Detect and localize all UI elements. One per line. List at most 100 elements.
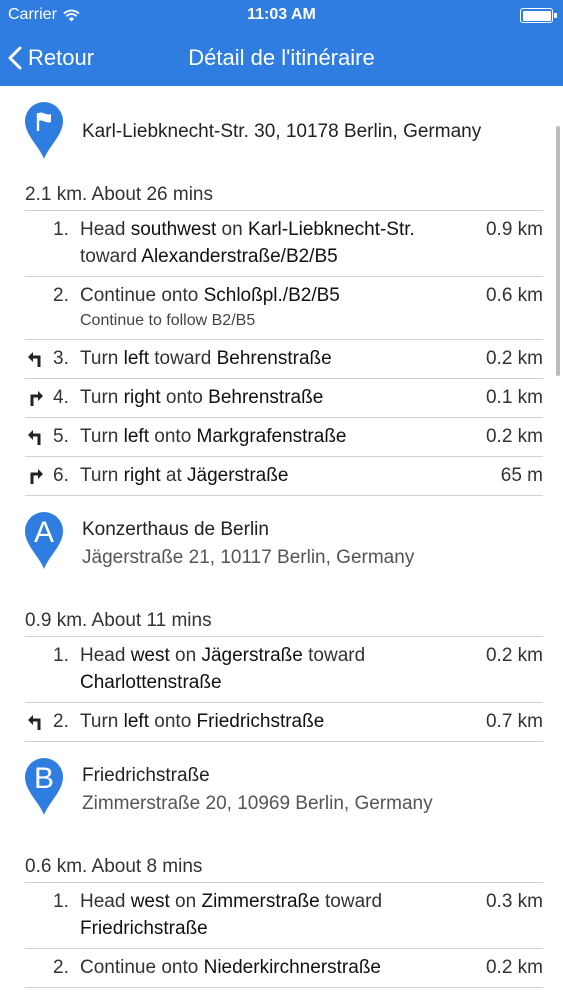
- step-emphasis: southwest: [130, 219, 217, 240]
- step-emphasis: west: [130, 891, 170, 912]
- step-emphasis: Markgrafenstraße: [196, 426, 347, 447]
- step-instruction-text: Head west on Jägerstraße toward Charlott…: [80, 645, 365, 693]
- step-instruction-text: Continue onto Schloßpl./B2/B5: [80, 285, 340, 306]
- step-turn: [25, 462, 53, 489]
- route-section: Karl-Liebknecht-Str. 30, 10178 Berlin, G…: [0, 86, 563, 496]
- direction-step[interactable]: 2. Turn left onto Friedrichstraße 0.7 km: [25, 703, 543, 742]
- step-distance: 0.1 km: [485, 387, 543, 408]
- step-distance: 0.2 km: [485, 348, 543, 369]
- step-text: on: [216, 219, 248, 240]
- status-bar: Carrier 11:03 AM: [0, 0, 563, 30]
- route-summary: 2.1 km. About 26 mins: [25, 184, 213, 205]
- step-text: onto: [149, 426, 197, 447]
- back-button[interactable]: Retour: [8, 30, 94, 86]
- waypoint-address: Jägerstraße 21, 10117 Berlin, Germany: [82, 547, 415, 568]
- waypoint-header[interactable]: A Konzerthaus de Berlin Jägerstraße 21, 10…: [0, 496, 563, 606]
- step-instruction-text: Turn left onto Markgrafenstraße: [80, 426, 347, 447]
- step-turn: [25, 345, 53, 372]
- step-emphasis: Charlottenstraße: [80, 672, 222, 693]
- step-emphasis: left: [123, 426, 149, 447]
- direction-step[interactable]: 5. Turn left onto Markgrafenstraße 0.2 km: [25, 418, 543, 457]
- step-distance: 0.6 km: [485, 285, 543, 306]
- scrollbar[interactable]: [556, 126, 560, 376]
- waypoint-pin: [24, 102, 64, 166]
- step-turn: [25, 954, 53, 981]
- turn-left-icon: [28, 430, 41, 445]
- step-text: toward: [149, 348, 217, 369]
- step-text: Turn: [80, 348, 124, 369]
- navigation-bar: Retour Détail de l'itinéraire: [0, 30, 563, 86]
- step-instruction: Continue onto Niederkirchnerstraße: [80, 954, 471, 981]
- step-turn: [25, 282, 53, 333]
- direction-step[interactable]: 2. Continue onto Niederkirchnerstraße 0.2 …: [25, 949, 543, 988]
- step-text: Turn: [80, 465, 124, 486]
- step-instruction: Turn left onto Markgrafenstraße: [80, 423, 471, 450]
- step-instruction: Turn left onto Friedrichstraße: [80, 708, 471, 735]
- step-turn: [25, 423, 53, 450]
- step-text: at: [160, 465, 188, 486]
- step-turn: [25, 888, 53, 942]
- route-summary: 0.9 km. About 11 mins: [25, 610, 212, 631]
- direction-step[interactable]: 2. Continue onto Schloßpl./B2/B5 Continue …: [25, 277, 543, 340]
- itinerary-sections: Karl-Liebknecht-Str. 30, 10178 Berlin, G…: [0, 86, 563, 988]
- step-emphasis: left: [123, 348, 149, 369]
- turn-right-icon: [30, 469, 43, 484]
- waypoint-letter: A: [33, 516, 54, 549]
- step-number: 4.: [53, 387, 69, 408]
- step-text: Continue onto: [80, 285, 204, 306]
- step-emphasis: Zimmerstraße: [201, 891, 320, 912]
- step-text: Turn: [80, 426, 124, 447]
- step-distance: 0.7 km: [485, 711, 543, 732]
- step-emphasis: right: [123, 465, 161, 486]
- waypoint-name: Friedrichstraße: [82, 765, 210, 786]
- waypoint-header[interactable]: Karl-Liebknecht-Str. 30, 10178 Berlin, G…: [0, 86, 563, 182]
- step-turn: [25, 642, 53, 696]
- waypoint-address: Zimmerstraße 20, 10969 Berlin, Germany: [82, 793, 433, 814]
- direction-step[interactable]: 6. Turn right at Jägerstraße 65 m: [25, 457, 543, 496]
- step-text: Continue onto: [80, 957, 204, 978]
- step-emphasis: Behrenstraße: [216, 348, 332, 369]
- step-number: 2.: [53, 957, 69, 978]
- direction-step[interactable]: 1. Head west on Jägerstraße toward Charlo…: [25, 637, 543, 703]
- step-text: Turn: [80, 711, 124, 732]
- step-text: Head: [80, 645, 131, 666]
- step-number: 2.: [53, 711, 69, 732]
- step-turn: [25, 216, 53, 270]
- step-distance: 0.3 km: [485, 891, 543, 912]
- waypoint-name: Konzerthaus de Berlin: [82, 519, 269, 540]
- step-emphasis: Alexanderstraße/B2/B5: [141, 246, 338, 267]
- step-distance: 0.9 km: [485, 219, 543, 240]
- step-emphasis: Behrenstraße: [208, 387, 324, 408]
- step-instruction-text: Turn right onto Behrenstraße: [80, 387, 323, 408]
- step-text: toward: [302, 645, 366, 666]
- step-number: 5.: [53, 426, 69, 447]
- step-emphasis: Niederkirchnerstraße: [203, 957, 381, 978]
- waypoint-pin: B: [24, 758, 64, 822]
- step-text: toward: [319, 891, 383, 912]
- chevron-left-icon: [8, 46, 22, 70]
- route-summary: 0.6 km. About 8 mins: [25, 856, 203, 877]
- back-label: Retour: [28, 45, 95, 70]
- step-subnote: Continue to follow B2/B5: [80, 312, 256, 329]
- direction-step[interactable]: 1. Head southwest on Karl-Liebknecht-Str.…: [25, 211, 543, 277]
- turn-right-icon: [30, 391, 43, 406]
- step-number: 1.: [53, 219, 69, 240]
- step-emphasis: Schloßpl./B2/B5: [203, 285, 340, 306]
- step-number: 6.: [53, 465, 69, 486]
- step-distance: 0.2 km: [485, 957, 543, 978]
- itinerary-list[interactable]: Karl-Liebknecht-Str. 30, 10178 Berlin, G…: [0, 86, 563, 1000]
- steps-list: 1. Head southwest on Karl-Liebknecht-Str.…: [25, 210, 543, 496]
- direction-step[interactable]: 4. Turn right onto Behrenstraße 0.1 km: [25, 379, 543, 418]
- step-emphasis: Friedrichstraße: [80, 918, 208, 939]
- step-instruction: Turn right at Jägerstraße: [80, 462, 471, 489]
- step-instruction: Turn left toward Behrenstraße: [80, 345, 471, 372]
- step-turn: [25, 384, 53, 411]
- waypoint-header[interactable]: B Friedrichstraße Zimmerstraße 20, 10969 B…: [0, 742, 563, 852]
- step-text: on: [169, 645, 202, 666]
- step-emphasis: Jägerstraße: [201, 645, 303, 666]
- direction-step[interactable]: 1. Head west on Zimmerstraße toward Fried…: [25, 883, 543, 949]
- waypoint-name: Karl-Liebknecht-Str. 30, 10178 Berlin, G…: [82, 121, 482, 142]
- step-instruction: Turn right onto Behrenstraße: [80, 384, 471, 411]
- waypoint-pin: A: [24, 512, 64, 576]
- direction-step[interactable]: 3. Turn left toward Behrenstraße 0.2 km: [25, 340, 543, 379]
